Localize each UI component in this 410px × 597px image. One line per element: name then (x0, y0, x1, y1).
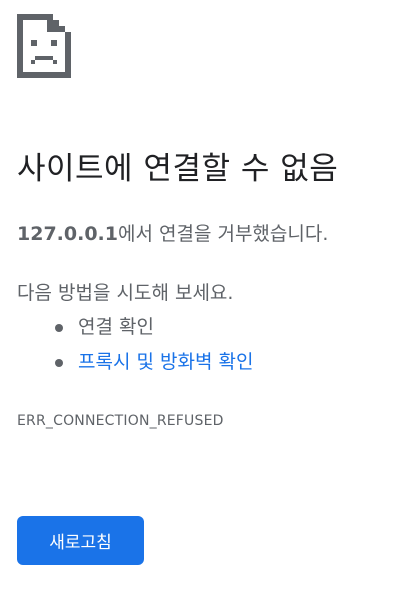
bullet-icon (55, 324, 63, 332)
suggestions-heading: 다음 방법을 시도해 보세요. (17, 282, 234, 304)
error-message-text: 에서 연결을 거부했습니다. (117, 223, 329, 245)
bullet-icon (55, 359, 63, 367)
page-title: 사이트에 연결할 수 없음 (17, 151, 339, 187)
sad-page-icon (17, 14, 71, 78)
suggestion-check-proxy-firewall: 프록시 및 방화벽 확인 (17, 348, 253, 383)
suggestions-list: 연결 확인 프록시 및 방화벽 확인 (17, 313, 253, 383)
suggestion-check-connection: 연결 확인 (17, 313, 253, 348)
suggestion-label: 연결 확인 (78, 316, 154, 338)
error-code: ERR_CONNECTION_REFUSED (17, 413, 224, 429)
error-message: 127.0.0.1에서 연결을 거부했습니다. (17, 220, 328, 248)
host-address: 127.0.0.1 (17, 223, 118, 245)
reload-button[interactable]: 새로고침 (17, 516, 144, 565)
proxy-firewall-link[interactable]: 프록시 및 방화벽 확인 (78, 351, 253, 373)
